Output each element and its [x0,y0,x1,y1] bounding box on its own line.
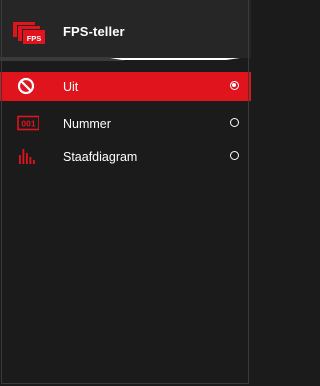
option-bar-graph[interactable]: Staafdiagram [0,142,251,171]
option-label: Nummer [63,117,111,131]
number-icon-text: 001 [21,119,35,129]
number-counter-icon: 001 [17,115,39,131]
header-divider [0,57,240,61]
bar-graph-icon [19,149,35,164]
fps-counter-menu: FPS FPS-teller Uit 001 Nummer Staafdiagr… [0,0,251,386]
menu-title: FPS-teller [63,24,125,39]
menu-header: FPS FPS-teller [0,0,251,58]
option-label: Uit [63,80,79,94]
prohibited-icon [17,77,35,95]
radio-button[interactable] [230,118,239,127]
option-label: Staafdiagram [63,150,138,164]
option-number[interactable]: 001 Nummer [0,109,251,138]
option-off[interactable]: Uit [0,72,251,101]
radio-button-selected[interactable] [230,81,239,90]
radio-button[interactable] [230,151,239,160]
fps-icon-text: FPS [27,34,42,43]
fps-counter-icon: FPS [13,22,45,44]
